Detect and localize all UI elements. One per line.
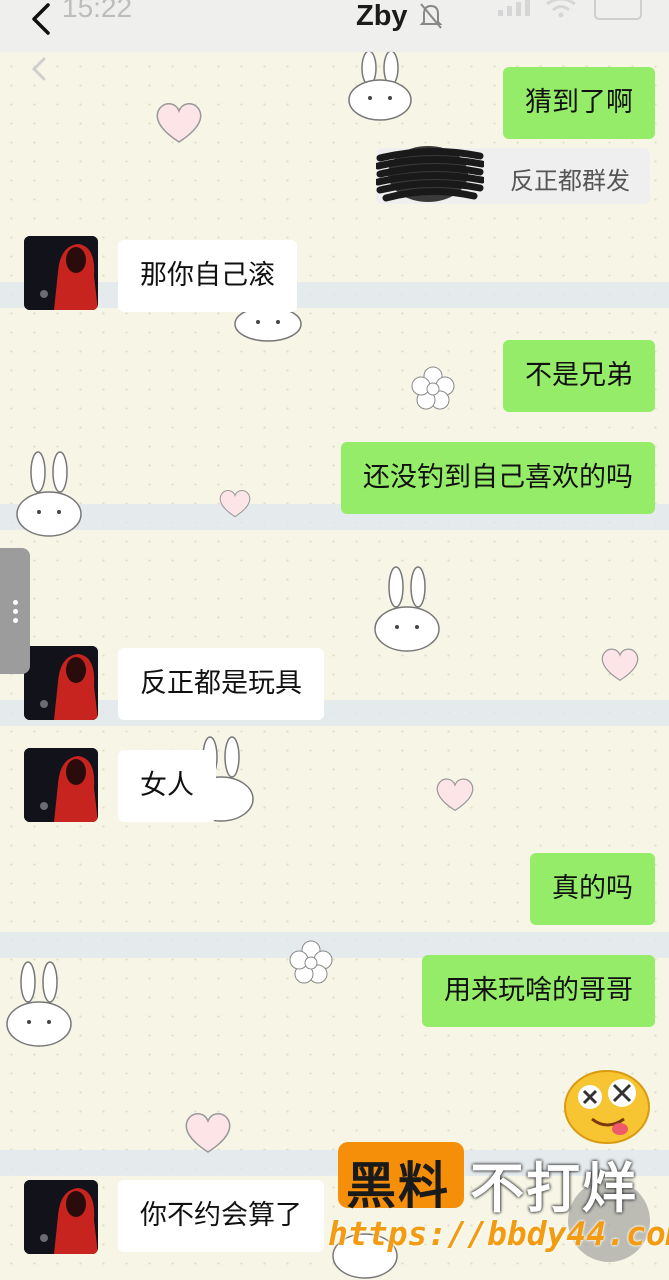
avatar[interactable] <box>24 748 98 822</box>
bell-muted-icon <box>419 3 443 29</box>
heart-icon <box>185 1113 231 1153</box>
avatar[interactable] <box>24 1180 98 1254</box>
wifi-icon <box>546 0 576 18</box>
back-arrow-icon[interactable] <box>28 2 56 36</box>
watermark-slogan: 不打烊 <box>470 1157 638 1220</box>
flower-icon <box>411 366 455 410</box>
signal-icon <box>498 0 530 16</box>
status-time: 15:22 <box>62 0 133 23</box>
bunny-icon <box>16 451 82 537</box>
avatar-image <box>24 236 98 310</box>
avatar[interactable] <box>24 236 98 310</box>
wallpaper-stripe <box>0 282 669 308</box>
chat-title: Zby <box>356 0 408 32</box>
side-drawer-handle[interactable] <box>0 548 30 674</box>
watermark-url: https://bbdy44.com <box>328 1214 669 1253</box>
message-bubble-outgoing[interactable]: 真的吗 <box>530 853 655 925</box>
watermark-brand-box: 黑料 <box>338 1142 464 1215</box>
message-bubble-outgoing[interactable]: 猜到了啊 <box>503 67 655 139</box>
message-bubble-incoming[interactable]: 女人 <box>118 750 216 822</box>
emoji-sticker-icon[interactable] <box>562 1065 652 1145</box>
avatar-image <box>24 748 98 822</box>
avatar[interactable] <box>24 646 98 720</box>
message-bubble-incoming[interactable]: 你不约会算了 <box>118 1180 324 1252</box>
message-bubble-incoming[interactable]: 反正都是玩具 <box>118 648 324 720</box>
message-bubble-outgoing[interactable]: 用来玩啥的哥哥 <box>422 955 655 1027</box>
avatar-image <box>24 646 98 720</box>
redaction-scribble <box>376 146 484 202</box>
heart-icon <box>436 778 474 812</box>
quoted-message[interactable]: 反正都群发 <box>376 146 650 204</box>
wallpaper-stripe <box>0 700 669 726</box>
title-bar: 15:22 Zby <box>0 0 669 52</box>
faded-back-icon <box>31 57 46 81</box>
message-bubble-outgoing[interactable]: 不是兄弟 <box>503 340 655 412</box>
battery-icon <box>594 0 642 20</box>
watermark-brand: 黑料 <box>346 1157 450 1215</box>
message-bubble-incoming[interactable]: 那你自己滚 <box>118 240 297 312</box>
flower-icon <box>289 940 333 984</box>
bunny-icon <box>374 566 440 652</box>
bunny-icon <box>6 961 72 1047</box>
avatar-image <box>24 1180 98 1254</box>
watermark: 黑料 不打烊 https://bbdy44.com <box>328 1142 669 1257</box>
heart-icon <box>219 490 251 518</box>
message-bubble-outgoing[interactable]: 还没钓到自己喜欢的吗 <box>341 442 655 514</box>
quoted-message-text: 反正都群发 <box>510 167 630 195</box>
heart-icon <box>156 103 202 143</box>
heart-icon <box>601 648 639 682</box>
bunny-icon <box>348 50 412 121</box>
